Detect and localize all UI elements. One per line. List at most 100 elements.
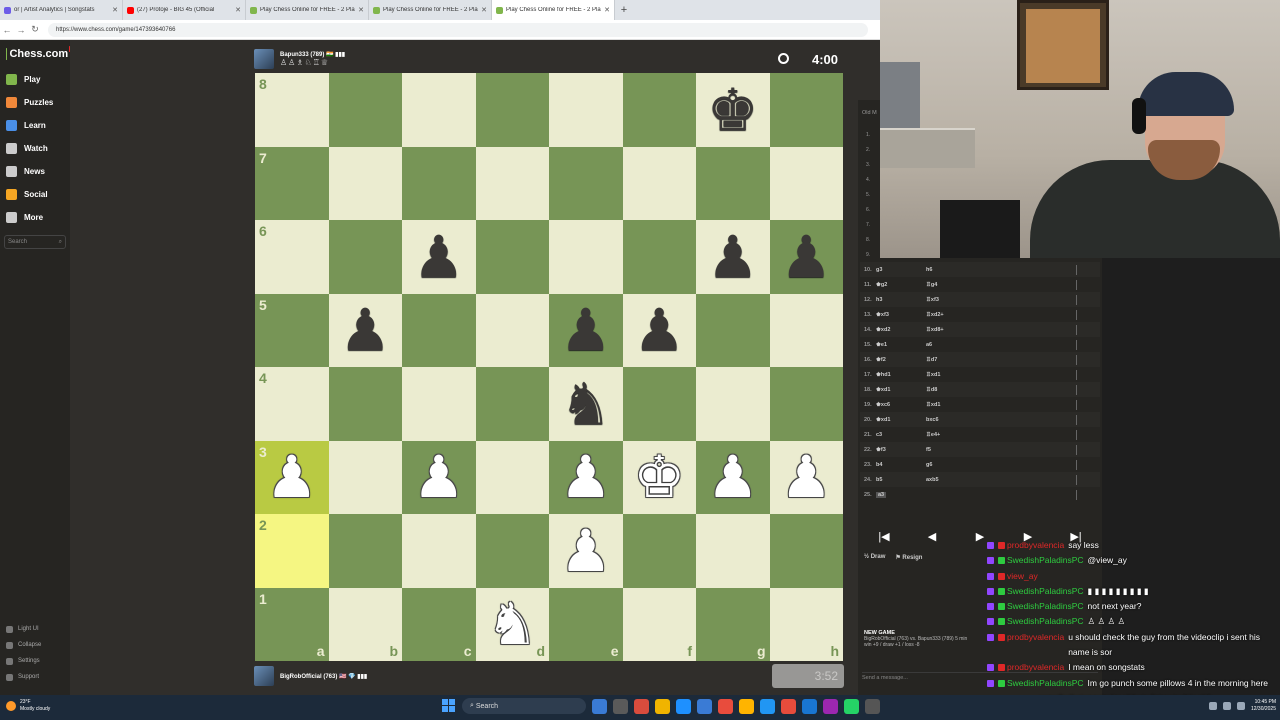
sidebar-search[interactable]: Search ⌕	[4, 235, 66, 249]
close-icon[interactable]: ✕	[481, 6, 487, 14]
sidebar-item-social[interactable]: Social	[0, 183, 70, 206]
square-a7[interactable]: 7	[255, 146, 329, 220]
browser-tab[interactable]: Play Chess Online for FREE - 2 Pla ✕	[492, 0, 615, 20]
taskbar-app-icon[interactable]	[865, 698, 880, 714]
square-e7[interactable]	[549, 146, 623, 220]
piece-d1[interactable]: ♞	[476, 588, 550, 662]
close-icon[interactable]: ✕	[358, 6, 364, 14]
wifi-icon[interactable]	[1208, 702, 1217, 710]
chesscom-logo[interactable]: Chess.com	[0, 40, 70, 68]
square-d7[interactable]	[475, 146, 549, 220]
square-c5[interactable]	[402, 293, 476, 367]
black-move[interactable]: axb5	[926, 477, 1076, 483]
square-b4[interactable]	[328, 367, 402, 441]
taskbar-app-icon[interactable]	[655, 698, 670, 714]
volume-icon[interactable]	[1222, 702, 1231, 710]
taskbar-app-icon[interactable]	[697, 698, 712, 714]
square-h1[interactable]: h	[769, 587, 843, 661]
sidebar-bottom-support[interactable]: Support	[0, 669, 70, 685]
square-b3[interactable]	[328, 440, 402, 514]
square-e8[interactable]	[549, 73, 623, 147]
white-move[interactable]: g3	[876, 267, 926, 273]
square-a1[interactable]: 1a	[255, 587, 329, 661]
piece-g3[interactable]: ♟	[696, 441, 770, 515]
white-move[interactable]: ♚g2	[876, 282, 926, 288]
square-f6[interactable]	[622, 220, 696, 294]
taskbar-app-icon[interactable]	[676, 698, 691, 714]
square-a3[interactable]: 3 ♟	[255, 440, 329, 514]
chat-username[interactable]: SwedishPaladinsPC	[1007, 599, 1084, 614]
back-icon[interactable]: ←	[0, 25, 14, 35]
square-a4[interactable]: 4	[255, 367, 329, 441]
white-move[interactable]: h3	[876, 297, 926, 303]
sidebar-bottom-collapse[interactable]: Collapse	[0, 637, 70, 653]
square-b1[interactable]: b	[328, 587, 402, 661]
black-move[interactable]: f5	[926, 447, 1076, 453]
black-move[interactable]: ♖xd2+	[926, 312, 1076, 318]
sidebar-bottom-light-ui[interactable]: Light UI	[0, 621, 70, 637]
square-h5[interactable]	[769, 293, 843, 367]
white-move[interactable]: c3	[876, 432, 926, 438]
white-move[interactable]: b4	[876, 462, 926, 468]
square-a2[interactable]: 2	[255, 514, 329, 588]
black-move[interactable]: bxc6	[926, 417, 1076, 423]
piece-f3[interactable]: ♚	[623, 441, 697, 515]
close-icon[interactable]: ✕	[112, 6, 118, 14]
square-a8[interactable]: 8	[255, 73, 329, 147]
square-d8[interactable]	[475, 73, 549, 147]
square-d1[interactable]: d ♞	[475, 587, 550, 662]
taskbar-app-icon[interactable]	[844, 698, 859, 714]
chat-username[interactable]: SwedishPaladinsPC	[1007, 584, 1084, 599]
black-move[interactable]: ♖xd1	[926, 402, 1076, 408]
square-g7[interactable]	[696, 146, 770, 220]
square-c3[interactable]: ♟	[402, 440, 476, 514]
white-move[interactable]: ♚xd1	[876, 387, 926, 393]
square-g8[interactable]: ♚	[696, 73, 770, 147]
piece-e2[interactable]: ♟	[549, 514, 623, 588]
square-f4[interactable]	[622, 367, 696, 441]
taskbar-search[interactable]: ⌕ Search	[462, 698, 586, 714]
black-move[interactable]: ♖g4	[926, 282, 1076, 288]
square-b5[interactable]: ♟	[328, 293, 403, 368]
square-b7[interactable]	[328, 146, 402, 220]
square-b2[interactable]	[328, 514, 402, 588]
white-move[interactable]: ♚xf3	[876, 312, 926, 318]
player-avatar[interactable]	[254, 666, 274, 686]
weather-widget[interactable]: 23°F Mostly cloudy	[6, 699, 50, 713]
black-move[interactable]: ♖d7	[926, 357, 1076, 363]
battery-icon[interactable]	[1236, 702, 1245, 710]
square-g5[interactable]	[696, 293, 770, 367]
white-move[interactable]: ♚xd2	[876, 327, 926, 333]
chat-username[interactable]: SwedishPaladinsPC	[1007, 614, 1084, 629]
browser-tab[interactable]: (27) Protoje - BIG 45 (Official ✕	[123, 0, 246, 20]
chat-username[interactable]: view_ay	[1007, 569, 1038, 584]
white-move[interactable]: ♚f3	[876, 447, 926, 453]
opponent-name[interactable]: Bapun333 (789) 🇮🇳 ▮▮▮	[280, 51, 345, 58]
square-f2[interactable]	[622, 514, 696, 588]
square-e4[interactable]: ♞	[549, 367, 623, 441]
sidebar-item-puzzles[interactable]: Puzzles	[0, 91, 70, 114]
square-h4[interactable]	[769, 367, 843, 441]
previous-move-icon[interactable]: ◀	[912, 526, 952, 546]
square-c1[interactable]: c	[402, 587, 476, 661]
square-g4[interactable]	[696, 367, 770, 441]
resign-button[interactable]: ⚑ Resign	[895, 554, 922, 561]
black-move[interactable]: a6	[926, 342, 1076, 348]
square-g1[interactable]: g	[696, 587, 770, 661]
piece-b5[interactable]: ♟	[329, 294, 403, 368]
chess-board[interactable]: 8 ♚ 7 6 ♟ ♟ ♟ 5 ♟ ♟ ♟ 4 ♞ 3 ♟ ♟ ♟ ♚ ♟ ♟ 2 ♟ 1 a b c d ♞ e f g h	[255, 73, 843, 661]
taskbar-app-icon[interactable]	[613, 698, 628, 714]
square-d2[interactable]	[475, 514, 549, 588]
browser-tab[interactable]: Play Chess Online for FREE - 2 Pla ✕	[369, 0, 492, 20]
taskbar-app-icon[interactable]	[739, 698, 754, 714]
square-d5[interactable]	[475, 293, 549, 367]
piece-f5[interactable]: ♟	[623, 294, 697, 368]
taskbar-clock[interactable]: 10:45 PM 12/30/2025	[1251, 699, 1276, 713]
square-g6[interactable]: ♟	[696, 220, 770, 294]
white-move[interactable]: ♚f2	[876, 357, 926, 363]
white-move[interactable]: ♚hd1	[876, 372, 926, 378]
square-e3[interactable]: ♟	[549, 440, 623, 514]
taskbar-app-icon[interactable]	[634, 698, 649, 714]
piece-e4[interactable]: ♞	[549, 367, 623, 441]
piece-e5[interactable]: ♟	[549, 294, 623, 368]
